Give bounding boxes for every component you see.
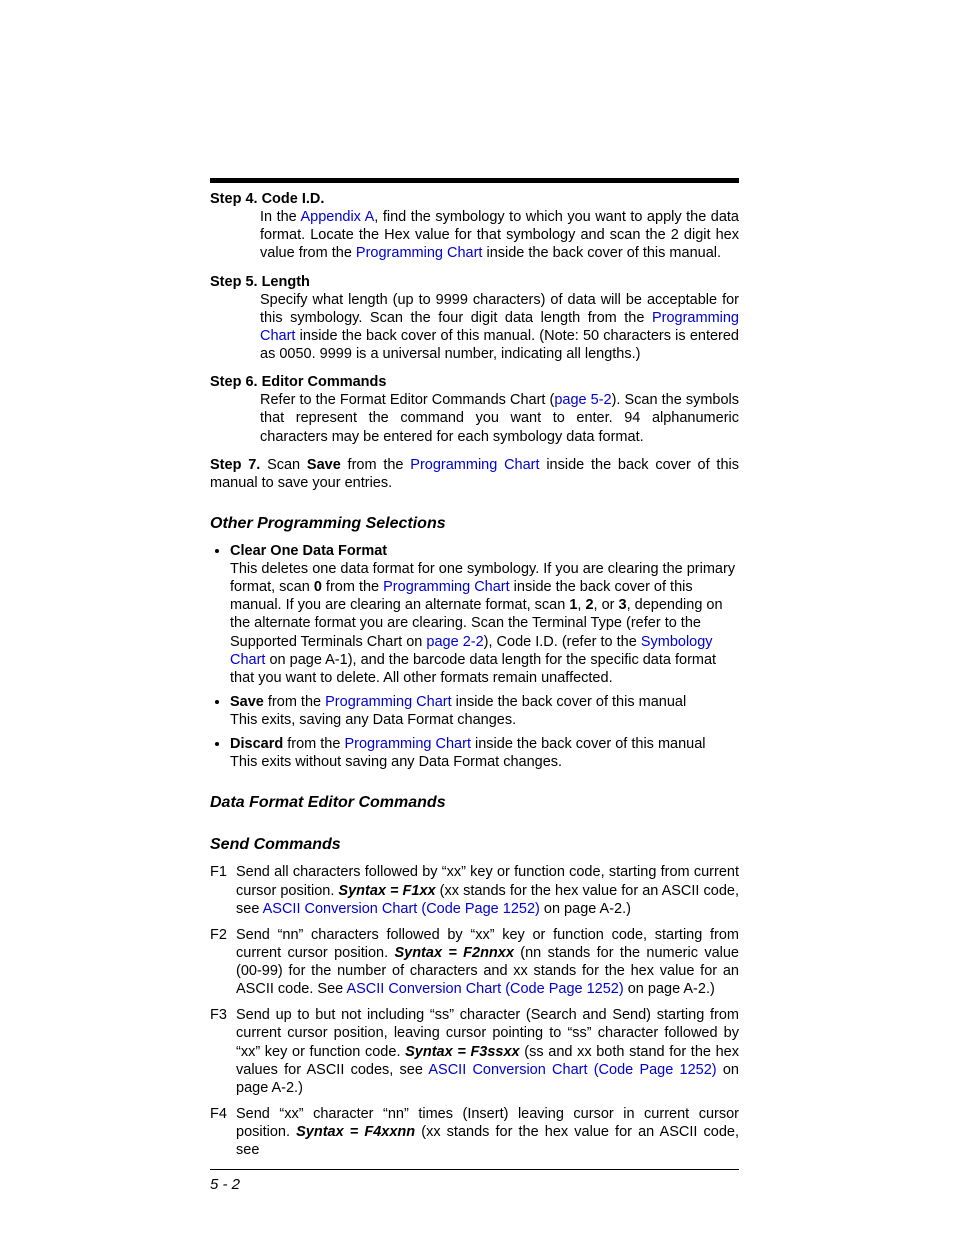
text: on page A-2.) bbox=[540, 901, 631, 917]
other-list: Clear One Data Format This deletes one d… bbox=[210, 542, 739, 772]
cmd-text: Send all characters followed by “xx” key… bbox=[236, 863, 739, 917]
link-programming-chart[interactable]: Programming Chart bbox=[344, 736, 471, 752]
link-ascii-chart[interactable]: ASCII Conversion Chart (Code Page 1252) bbox=[346, 981, 623, 997]
syntax: Syntax = F3ssxx bbox=[405, 1044, 520, 1060]
cmd-text: Send “nn” characters followed by “xx” ke… bbox=[236, 926, 739, 999]
cmd-tag: F3 bbox=[210, 1006, 236, 1097]
link-programming-chart[interactable]: Programming Chart bbox=[383, 579, 510, 595]
item-save: Save from the Programming Chart inside t… bbox=[230, 693, 739, 729]
step-4: Step 4. Code I.D. In the Appendix A, fin… bbox=[210, 190, 739, 263]
text: inside the back cover of this manual bbox=[471, 736, 706, 752]
cmd-text: Send up to but not including “ss” charac… bbox=[236, 1006, 739, 1097]
text: inside the back cover of this manual bbox=[452, 694, 687, 710]
link-page-5-2[interactable]: page 5-2 bbox=[554, 392, 611, 408]
text: on page A-2.) bbox=[624, 981, 715, 997]
step-6-body: Refer to the Format Editor Commands Char… bbox=[210, 391, 739, 445]
link-ascii-chart[interactable]: ASCII Conversion Chart (Code Page 1252) bbox=[263, 901, 540, 917]
link-programming-chart[interactable]: Programming Chart bbox=[410, 457, 539, 473]
step-7-label: Step 7. bbox=[210, 457, 260, 473]
link-page-2-2[interactable]: page 2-2 bbox=[426, 634, 483, 650]
link-programming-chart[interactable]: Programming Chart bbox=[325, 694, 452, 710]
text-bold: Discard bbox=[230, 736, 283, 752]
heading-send-commands: Send Commands bbox=[210, 835, 739, 855]
syntax: Syntax = F4xxnn bbox=[296, 1124, 415, 1140]
cmd-tag: F4 bbox=[210, 1105, 236, 1159]
text-bold: 2 bbox=[585, 597, 593, 613]
step-6-label: Step 6. Editor Commands bbox=[210, 373, 739, 391]
text: inside the back cover of this manual. bbox=[482, 245, 721, 261]
link-appendix-a[interactable]: Appendix A bbox=[300, 209, 374, 225]
text: This exits, saving any Data Format chang… bbox=[230, 712, 516, 728]
cmd-f1: F1 Send all characters followed by “xx” … bbox=[210, 863, 739, 917]
text-bold: Save bbox=[230, 694, 264, 710]
text: In the bbox=[260, 209, 300, 225]
cmd-tag: F1 bbox=[210, 863, 236, 917]
text: on page A-1), and the barcode data lengt… bbox=[230, 652, 716, 686]
page-number: 5 - 2 bbox=[210, 1176, 240, 1195]
text: from the bbox=[322, 579, 383, 595]
link-programming-chart[interactable]: Programming Chart bbox=[356, 245, 483, 261]
text-bold: 0 bbox=[314, 579, 322, 595]
text-bold: 3 bbox=[619, 597, 627, 613]
text: from the bbox=[264, 694, 325, 710]
text: inside the back cover of this manual. (N… bbox=[260, 328, 739, 362]
footer-rule bbox=[210, 1169, 739, 1170]
cmd-f2: F2 Send “nn” characters followed by “xx”… bbox=[210, 926, 739, 999]
step-5: Step 5. Length Specify what length (up t… bbox=[210, 273, 739, 364]
cmd-text: Send “xx” character “nn” times (Insert) … bbox=[236, 1105, 739, 1159]
step-6: Step 6. Editor Commands Refer to the For… bbox=[210, 373, 739, 446]
syntax: Syntax = F2nnxx bbox=[394, 945, 513, 961]
step-4-label: Step 4. Code I.D. bbox=[210, 190, 739, 208]
link-ascii-chart[interactable]: ASCII Conversion Chart (Code Page 1252) bbox=[428, 1062, 716, 1078]
page: Step 4. Code I.D. In the Appendix A, fin… bbox=[0, 0, 954, 1235]
text: from the bbox=[283, 736, 344, 752]
text: Scan bbox=[260, 457, 307, 473]
item-discard: Discard from the Programming Chart insid… bbox=[230, 735, 739, 771]
top-rule bbox=[210, 178, 739, 183]
heading-other-programming: Other Programming Selections bbox=[210, 514, 739, 534]
step-5-body: Specify what length (up to 9999 characte… bbox=[210, 291, 739, 364]
step-4-body: In the Appendix A, find the symbology to… bbox=[210, 208, 739, 262]
cmd-f3: F3 Send up to but not including “ss” cha… bbox=[210, 1006, 739, 1097]
text-bold: Save bbox=[307, 457, 341, 473]
content-area: Step 4. Code I.D. In the Appendix A, fin… bbox=[210, 190, 739, 1159]
step-7: Step 7. Scan Save from the Programming C… bbox=[210, 456, 739, 492]
text: from the bbox=[341, 457, 411, 473]
text-bold: Clear One Data Format bbox=[230, 543, 387, 559]
step-5-label: Step 5. Length bbox=[210, 273, 739, 291]
heading-data-format-editor: Data Format Editor Commands bbox=[210, 793, 739, 813]
item-clear-one: Clear One Data Format This deletes one d… bbox=[230, 542, 739, 687]
cmd-tag: F2 bbox=[210, 926, 236, 999]
text: , or bbox=[594, 597, 619, 613]
text: Refer to the Format Editor Commands Char… bbox=[260, 392, 554, 408]
syntax: Syntax = F1xx bbox=[338, 883, 435, 899]
text: This exits without saving any Data Forma… bbox=[230, 754, 562, 770]
cmd-f4: F4 Send “xx” character “nn” times (Inser… bbox=[210, 1105, 739, 1159]
text: ), Code I.D. (refer to the bbox=[484, 634, 641, 650]
